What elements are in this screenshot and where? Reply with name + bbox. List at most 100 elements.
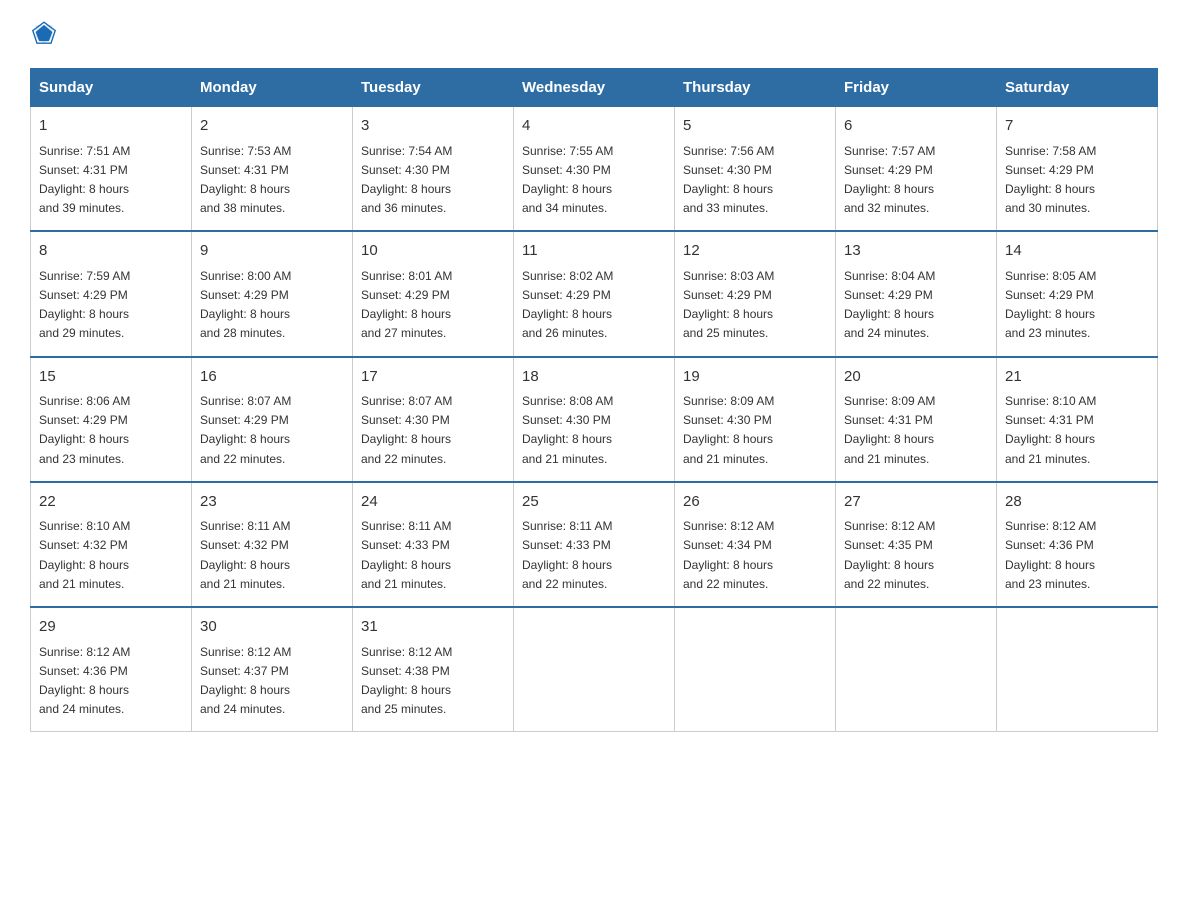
calendar-day-cell: 9 Sunrise: 8:00 AMSunset: 4:29 PMDaylight… xyxy=(192,231,353,356)
day-number: 16 xyxy=(200,366,344,389)
day-number: 3 xyxy=(361,115,505,138)
calendar-day-cell: 18 Sunrise: 8:08 AMSunset: 4:30 PMDayligh… xyxy=(514,357,675,482)
day-number: 10 xyxy=(361,240,505,263)
calendar-day-cell: 26 Sunrise: 8:12 AMSunset: 4:34 PMDayligh… xyxy=(675,482,836,607)
day-info: Sunrise: 7:55 AMSunset: 4:30 PMDaylight:… xyxy=(522,142,666,219)
calendar-day-cell: 21Sunrise: 8:10 AMSunset: 4:31 PMDayligh… xyxy=(997,357,1158,482)
day-number: 12 xyxy=(683,240,827,263)
header-tuesday: Tuesday xyxy=(353,69,514,107)
calendar-day-cell: 17Sunrise: 8:07 AMSunset: 4:30 PMDayligh… xyxy=(353,357,514,482)
calendar-day-cell: 6 Sunrise: 7:57 AMSunset: 4:29 PMDaylight… xyxy=(836,107,997,232)
day-info: Sunrise: 8:10 AMSunset: 4:31 PMDaylight:… xyxy=(1005,392,1149,469)
day-number: 29 xyxy=(39,616,183,639)
day-info: Sunrise: 8:08 AMSunset: 4:30 PMDaylight:… xyxy=(522,392,666,469)
calendar-day-cell: 20 Sunrise: 8:09 AMSunset: 4:31 PMDayligh… xyxy=(836,357,997,482)
header-thursday: Thursday xyxy=(675,69,836,107)
header-sunday: Sunday xyxy=(31,69,192,107)
day-number: 11 xyxy=(522,240,666,263)
calendar-day-cell: 1 Sunrise: 7:51 AMSunset: 4:31 PMDaylight… xyxy=(31,107,192,232)
calendar-day-cell: 10 Sunrise: 8:01 AMSunset: 4:29 PMDayligh… xyxy=(353,231,514,356)
day-info: Sunrise: 8:04 AMSunset: 4:29 PMDaylight:… xyxy=(844,267,988,344)
calendar-day-cell xyxy=(836,607,997,732)
calendar-day-cell: 7 Sunrise: 7:58 AMSunset: 4:29 PMDaylight… xyxy=(997,107,1158,232)
day-info: Sunrise: 8:03 AMSunset: 4:29 PMDaylight:… xyxy=(683,267,827,344)
day-number: 4 xyxy=(522,115,666,138)
day-info: Sunrise: 8:00 AMSunset: 4:29 PMDaylight:… xyxy=(200,267,344,344)
day-info: Sunrise: 7:57 AMSunset: 4:29 PMDaylight:… xyxy=(844,142,988,219)
header-friday: Friday xyxy=(836,69,997,107)
day-info: Sunrise: 8:01 AMSunset: 4:29 PMDaylight:… xyxy=(361,267,505,344)
day-number: 20 xyxy=(844,366,988,389)
day-number: 27 xyxy=(844,491,988,514)
day-info: Sunrise: 8:09 AMSunset: 4:31 PMDaylight:… xyxy=(844,392,988,469)
day-info: Sunrise: 8:12 AMSunset: 4:38 PMDaylight:… xyxy=(361,643,505,720)
day-info: Sunrise: 8:06 AMSunset: 4:29 PMDaylight:… xyxy=(39,392,183,469)
day-info: Sunrise: 7:51 AMSunset: 4:31 PMDaylight:… xyxy=(39,142,183,219)
day-number: 24 xyxy=(361,491,505,514)
day-info: Sunrise: 8:09 AMSunset: 4:30 PMDaylight:… xyxy=(683,392,827,469)
day-number: 19 xyxy=(683,366,827,389)
day-number: 14 xyxy=(1005,240,1149,263)
calendar-day-cell: 11 Sunrise: 8:02 AMSunset: 4:29 PMDayligh… xyxy=(514,231,675,356)
day-info: Sunrise: 8:12 AMSunset: 4:37 PMDaylight:… xyxy=(200,643,344,720)
calendar-day-cell: 5Sunrise: 7:56 AMSunset: 4:30 PMDaylight… xyxy=(675,107,836,232)
calendar-day-cell: 14 Sunrise: 8:05 AMSunset: 4:29 PMDayligh… xyxy=(997,231,1158,356)
day-number: 31 xyxy=(361,616,505,639)
day-number: 22 xyxy=(39,491,183,514)
day-number: 8 xyxy=(39,240,183,263)
day-number: 18 xyxy=(522,366,666,389)
logo-icon xyxy=(30,18,58,46)
day-info: Sunrise: 7:54 AMSunset: 4:30 PMDaylight:… xyxy=(361,142,505,219)
day-number: 9 xyxy=(200,240,344,263)
day-info: Sunrise: 8:12 AMSunset: 4:36 PMDaylight:… xyxy=(1005,517,1149,594)
calendar-day-cell: 25Sunrise: 8:11 AMSunset: 4:33 PMDayligh… xyxy=(514,482,675,607)
page-header xyxy=(30,20,1158,48)
calendar-day-cell xyxy=(997,607,1158,732)
day-info: Sunrise: 8:10 AMSunset: 4:32 PMDaylight:… xyxy=(39,517,183,594)
day-info: Sunrise: 8:07 AMSunset: 4:29 PMDaylight:… xyxy=(200,392,344,469)
calendar-day-cell: 13 Sunrise: 8:04 AMSunset: 4:29 PMDayligh… xyxy=(836,231,997,356)
calendar-week-row: 8 Sunrise: 7:59 AMSunset: 4:29 PMDaylight… xyxy=(31,231,1158,356)
day-number: 28 xyxy=(1005,491,1149,514)
day-number: 7 xyxy=(1005,115,1149,138)
day-info: Sunrise: 7:58 AMSunset: 4:29 PMDaylight:… xyxy=(1005,142,1149,219)
header-wednesday: Wednesday xyxy=(514,69,675,107)
day-info: Sunrise: 8:11 AMSunset: 4:32 PMDaylight:… xyxy=(200,517,344,594)
header-monday: Monday xyxy=(192,69,353,107)
calendar-week-row: 22 Sunrise: 8:10 AMSunset: 4:32 PMDayligh… xyxy=(31,482,1158,607)
calendar-day-cell: 16 Sunrise: 8:07 AMSunset: 4:29 PMDayligh… xyxy=(192,357,353,482)
day-info: Sunrise: 8:05 AMSunset: 4:29 PMDaylight:… xyxy=(1005,267,1149,344)
calendar-day-cell: 19 Sunrise: 8:09 AMSunset: 4:30 PMDayligh… xyxy=(675,357,836,482)
day-info: Sunrise: 8:02 AMSunset: 4:29 PMDaylight:… xyxy=(522,267,666,344)
calendar-day-cell: 28 Sunrise: 8:12 AMSunset: 4:36 PMDayligh… xyxy=(997,482,1158,607)
day-info: Sunrise: 8:07 AMSunset: 4:30 PMDaylight:… xyxy=(361,392,505,469)
calendar-week-row: 1 Sunrise: 7:51 AMSunset: 4:31 PMDaylight… xyxy=(31,107,1158,232)
day-info: Sunrise: 7:53 AMSunset: 4:31 PMDaylight:… xyxy=(200,142,344,219)
calendar-day-cell: 2 Sunrise: 7:53 AMSunset: 4:31 PMDaylight… xyxy=(192,107,353,232)
calendar-day-cell: 24 Sunrise: 8:11 AMSunset: 4:33 PMDayligh… xyxy=(353,482,514,607)
day-number: 26 xyxy=(683,491,827,514)
day-number: 15 xyxy=(39,366,183,389)
calendar-header-row: Sunday Monday Tuesday Wednesday Thursday… xyxy=(31,69,1158,107)
calendar-week-row: 15 Sunrise: 8:06 AMSunset: 4:29 PMDayligh… xyxy=(31,357,1158,482)
calendar-day-cell: 27 Sunrise: 8:12 AMSunset: 4:35 PMDayligh… xyxy=(836,482,997,607)
calendar-day-cell: 29 Sunrise: 8:12 AMSunset: 4:36 PMDayligh… xyxy=(31,607,192,732)
day-info: Sunrise: 7:59 AMSunset: 4:29 PMDaylight:… xyxy=(39,267,183,344)
calendar-day-cell: 22 Sunrise: 8:10 AMSunset: 4:32 PMDayligh… xyxy=(31,482,192,607)
day-number: 13 xyxy=(844,240,988,263)
day-number: 1 xyxy=(39,115,183,138)
day-number: 6 xyxy=(844,115,988,138)
header-saturday: Saturday xyxy=(997,69,1158,107)
day-number: 2 xyxy=(200,115,344,138)
calendar-table: Sunday Monday Tuesday Wednesday Thursday… xyxy=(30,68,1158,732)
day-number: 23 xyxy=(200,491,344,514)
day-info: Sunrise: 8:11 AMSunset: 4:33 PMDaylight:… xyxy=(361,517,505,594)
day-info: Sunrise: 8:12 AMSunset: 4:35 PMDaylight:… xyxy=(844,517,988,594)
day-info: Sunrise: 8:12 AMSunset: 4:36 PMDaylight:… xyxy=(39,643,183,720)
calendar-day-cell: 15 Sunrise: 8:06 AMSunset: 4:29 PMDayligh… xyxy=(31,357,192,482)
calendar-day-cell: 3 Sunrise: 7:54 AMSunset: 4:30 PMDaylight… xyxy=(353,107,514,232)
day-info: Sunrise: 8:12 AMSunset: 4:34 PMDaylight:… xyxy=(683,517,827,594)
logo xyxy=(30,20,64,48)
calendar-day-cell: 8 Sunrise: 7:59 AMSunset: 4:29 PMDaylight… xyxy=(31,231,192,356)
calendar-day-cell: 31 Sunrise: 8:12 AMSunset: 4:38 PMDayligh… xyxy=(353,607,514,732)
